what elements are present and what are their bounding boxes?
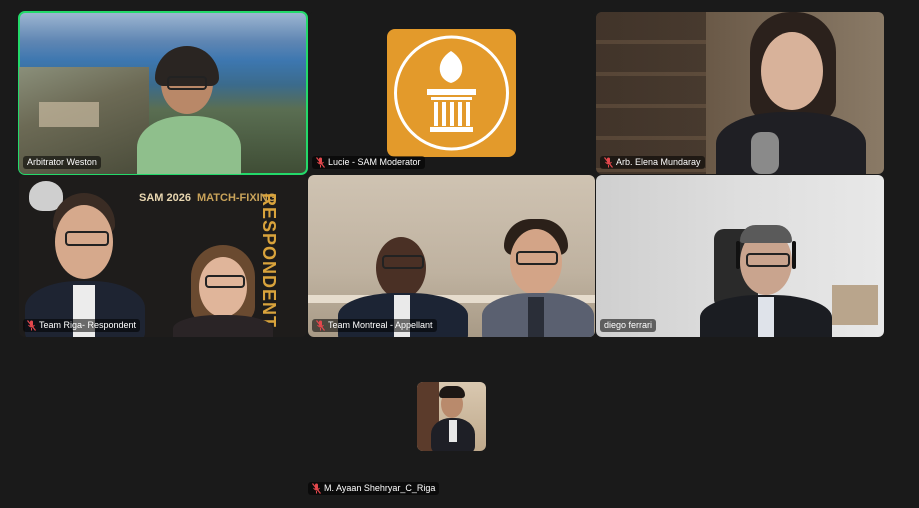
mic-muted-icon xyxy=(604,157,613,168)
participant-video-riga-1 xyxy=(25,193,155,337)
participant-tile-lucie[interactable]: Lucie - SAM Moderator xyxy=(308,12,595,174)
participant-tile-arbitrator-weston[interactable]: Arbitrator Weston xyxy=(18,11,308,175)
mic-muted-icon xyxy=(316,157,325,168)
participant-name: M. Ayaan Shehryar_C_Riga xyxy=(324,483,436,493)
video-background-bookshelf xyxy=(596,12,706,174)
name-tag: Arb. Elena Mundaray xyxy=(600,156,705,169)
participant-video-riga-2 xyxy=(169,245,279,337)
participant-tile-team-riga[interactable]: SAM 2026 MATCH-FIXING RESPONDENT Team Ri… xyxy=(19,175,307,337)
participant-tile-ayaan-shehryar[interactable]: M. Ayaan Shehryar_C_Riga xyxy=(308,382,596,500)
participant-tile-elena-mundaray[interactable]: Arb. Elena Mundaray xyxy=(596,12,884,174)
participant-name: Team Riga- Respondent xyxy=(39,320,137,330)
participant-video-ferrari xyxy=(696,223,836,337)
video-background-shelf xyxy=(832,285,878,325)
name-tag: M. Ayaan Shehryar_C_Riga xyxy=(308,482,440,495)
participant-name: Arb. Elena Mundaray xyxy=(616,157,701,167)
video-background-houses xyxy=(39,102,99,127)
mic-muted-icon xyxy=(316,320,325,331)
participant-name: Lucie - SAM Moderator xyxy=(328,157,421,167)
participant-name: diego ferrari xyxy=(604,320,653,330)
mic-muted-icon xyxy=(312,483,321,494)
name-tag: Team Montreal - Appellant xyxy=(312,319,437,332)
participant-video-montreal-2 xyxy=(478,219,595,337)
sam-logo-avatar xyxy=(387,29,516,157)
participant-video-mundaray xyxy=(706,12,876,174)
name-tag: Team Riga- Respondent xyxy=(23,319,141,332)
participant-video-weston xyxy=(129,44,249,174)
participant-tile-diego-ferrari[interactable]: diego ferrari xyxy=(596,175,884,337)
participant-name: Arbitrator Weston xyxy=(27,157,97,167)
avatar xyxy=(417,382,486,451)
name-tag: Lucie - SAM Moderator xyxy=(312,156,425,169)
name-tag: Arbitrator Weston xyxy=(23,156,101,169)
participant-tile-team-montreal[interactable]: Team Montreal - Appellant xyxy=(308,175,595,337)
flame-column-icon xyxy=(394,35,509,151)
participant-name: Team Montreal - Appellant xyxy=(328,320,433,330)
mic-muted-icon xyxy=(27,320,36,331)
name-tag: diego ferrari xyxy=(600,319,657,332)
